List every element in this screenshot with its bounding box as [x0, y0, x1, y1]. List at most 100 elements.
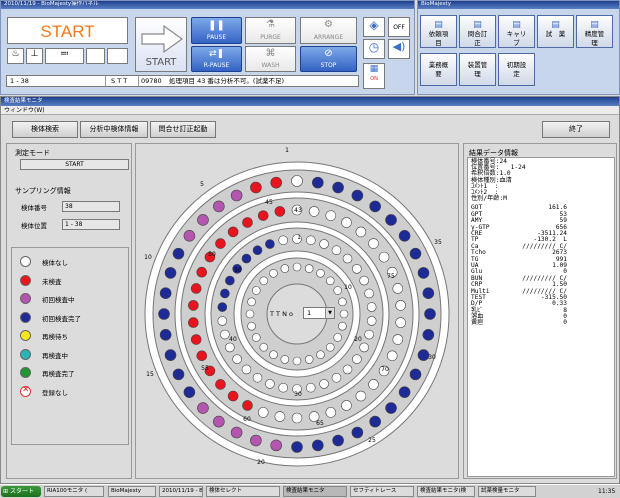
- legend-item: 未検査: [20, 274, 125, 287]
- rpause-button[interactable]: ⇄❚ R-PAUSE: [191, 46, 242, 72]
- outer-sample: [312, 176, 324, 189]
- taskbar-item[interactable]: 検査結果モニタ(検: [417, 486, 475, 497]
- taskbar-item[interactable]: 試薬検量モニタ: [478, 486, 536, 497]
- start-status-display: START: [7, 17, 128, 44]
- inner-sample: [217, 302, 228, 312]
- start-menu-label: スタート: [10, 488, 35, 495]
- arrange-button[interactable]: ⚙ ARRANGE: [300, 17, 357, 44]
- left-panel: 測定モード START サンプリング情報 検体番号 38 検体位置 1 - 38…: [6, 143, 132, 479]
- disc-number-label: 15: [146, 371, 154, 378]
- stop-button[interactable]: ⊘ STOP: [300, 46, 357, 72]
- menu-button-1-2[interactable]: ▤ キャリブ: [498, 15, 535, 48]
- legend-label: 初回検査中: [42, 296, 75, 304]
- inner-sample: [225, 342, 235, 353]
- sample-search-button[interactable]: 検体検索: [12, 121, 78, 138]
- taskbar-item[interactable]: 2010/11/19 - Bi: [159, 486, 203, 497]
- off-toggle[interactable]: OFF: [388, 17, 410, 37]
- middle-sample: [257, 407, 269, 418]
- small-icon-row: ♨ ⊥ ≕: [7, 48, 128, 64]
- exit-button[interactable]: 終了: [542, 121, 610, 138]
- disc-number-label: 5: [200, 181, 204, 188]
- speaker-icon[interactable]: ◀): [388, 39, 410, 59]
- outer-sample: [332, 434, 344, 447]
- legend-item: 初回検査完了: [20, 311, 125, 324]
- taskbar-item[interactable]: BioMajesty: [108, 486, 156, 497]
- taskbar: ⊞ スタート RIA100モニタ ( BioMajesty 2010/11/19 -…: [0, 484, 620, 498]
- start-arrow-icon: [141, 24, 184, 54]
- core-sample: [259, 342, 269, 352]
- taskbar-item[interactable]: 検査結果モニタ: [283, 486, 347, 497]
- wash-button[interactable]: ⌘ WASH: [245, 46, 296, 72]
- arrange-label: ARRANGE: [313, 34, 344, 41]
- outer-sample: [332, 181, 344, 194]
- menu-button-1-0[interactable]: ▤ 依頼項目: [420, 15, 457, 48]
- pause-button[interactable]: ❚❚ PAUSE: [191, 17, 242, 44]
- bell-icon[interactable]: ♨: [7, 48, 24, 64]
- middle-sample: [242, 400, 253, 411]
- menu-button-2-1[interactable]: ▤装置管理: [459, 53, 496, 86]
- menu-button-2-0[interactable]: ▤業務概要: [420, 53, 457, 86]
- inner-sample: [217, 316, 228, 326]
- inner-sample: [241, 253, 252, 264]
- menu-icon: ▤: [434, 20, 443, 30]
- ttno-select[interactable]: 1 ▼: [303, 307, 335, 319]
- menu-button-1-4[interactable]: ▤ 精度管理: [576, 15, 613, 48]
- taskbar-item[interactable]: RIA100モニタ (: [44, 486, 104, 497]
- middle-sample: [190, 283, 202, 294]
- window-menu[interactable]: ウィンドウ(W): [4, 107, 45, 114]
- taskbar-item[interactable]: セフティトレース: [350, 486, 414, 497]
- inner-sample: [220, 288, 230, 299]
- start-status-text: START: [40, 22, 95, 41]
- middle-sample: [274, 411, 286, 422]
- analyzing-info-button[interactable]: 分析中検体情報: [80, 121, 148, 138]
- result-item-value: 0: [563, 319, 567, 327]
- menu-button-label: 装置管理: [467, 61, 488, 78]
- menu-button-1-1[interactable]: ▤ 問合訂正: [459, 15, 496, 48]
- sample-pos-field: 1 - 38: [62, 219, 120, 230]
- disc-number-label: 30: [294, 391, 302, 398]
- sample-disc: 1510152025303545505560657075431102030405…: [144, 147, 450, 467]
- core-sample: [251, 333, 261, 342]
- inner-sample: [252, 372, 263, 383]
- legend-box: 検体なし 未検査 初回検査中 初回検査完了 再検待ち 再検査中 再検査完了 ✕ 登録なし: [11, 247, 129, 445]
- clock-icon[interactable]: ◷: [363, 39, 385, 59]
- menu-button-2-2[interactable]: ▤初期設定: [498, 53, 535, 86]
- inquiry-fix-button[interactable]: 問合せ訂正起動: [150, 121, 216, 138]
- result-row: 黄疸 0: [471, 320, 611, 326]
- legend-item: 再検待ち: [20, 330, 125, 342]
- menu-button-1-3[interactable]: ▤ 試 薬: [537, 15, 574, 48]
- outer-sample: [398, 230, 411, 242]
- start-menu-button[interactable]: ⊞ スタート: [1, 486, 41, 497]
- core-sample: [325, 342, 335, 352]
- disc-number-label: 35: [434, 239, 442, 246]
- tray-icon[interactable]: ≕: [45, 48, 84, 64]
- menu-button-label: キャリブ: [506, 30, 527, 47]
- inner-sample: [265, 239, 275, 249]
- core-sample: [316, 350, 325, 360]
- cube-icon[interactable]: ◈: [363, 17, 385, 37]
- inner-sample: [331, 245, 342, 256]
- core-sample: [339, 309, 349, 319]
- legend-item: 検体なし: [20, 256, 125, 268]
- start-button[interactable]: START: [135, 17, 187, 72]
- menu-icon: ▤: [590, 20, 599, 30]
- sample-pos-label: 検体位置: [21, 222, 47, 230]
- taskbar-item[interactable]: 検体セレクト: [206, 486, 280, 497]
- middle-sample: [355, 226, 367, 238]
- sample-no-value: 38: [65, 203, 73, 210]
- outer-sample: [230, 189, 243, 202]
- legend-item: 初回検査中: [20, 293, 125, 305]
- disc-panel: 1 5 10 15 20 25 30 35 45 50 55 60 65 70 75 43 1 10 20 30 40 5…: [135, 143, 459, 479]
- stop-icon: ⊘: [324, 48, 333, 59]
- core-sample: [304, 264, 314, 273]
- menu-button-label: 問合訂正: [467, 30, 488, 47]
- legend-dot: [20, 311, 31, 323]
- middle-sample: [392, 283, 404, 294]
- on-toggle[interactable]: ▦ ON: [363, 63, 385, 89]
- purge-button[interactable]: ⚗ PURGE: [245, 17, 296, 44]
- middle-sample: [188, 300, 199, 311]
- core-sample: [316, 268, 325, 278]
- rack-icon[interactable]: ⊥: [26, 48, 43, 64]
- middle-sample: [257, 210, 269, 221]
- tray-clock: 11:35: [598, 486, 615, 497]
